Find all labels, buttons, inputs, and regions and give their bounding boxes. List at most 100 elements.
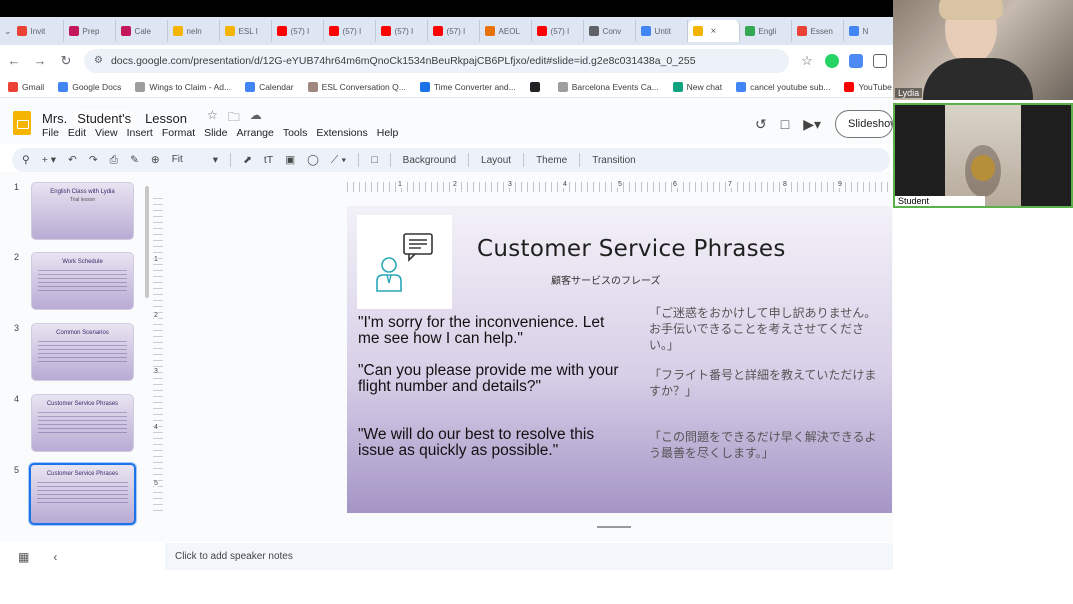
text-box-icon[interactable]: tT bbox=[264, 154, 273, 166]
browser-tab[interactable]: × bbox=[687, 20, 740, 42]
slide-thumbnail[interactable]: Work Schedule bbox=[31, 252, 134, 310]
bookmark-item[interactable]: Google Docs bbox=[58, 81, 121, 92]
search-menus-icon[interactable]: ⚲ bbox=[22, 154, 30, 166]
bookmark-item[interactable] bbox=[529, 81, 544, 92]
bookmark-item[interactable]: New chat bbox=[672, 81, 722, 92]
video-tile-student[interactable]: Student bbox=[893, 103, 1073, 208]
browser-tab[interactable]: Cale bbox=[116, 20, 168, 42]
browser-tab[interactable]: (57) I bbox=[376, 20, 428, 42]
browser-tab[interactable]: Conv bbox=[584, 20, 636, 42]
grid-view-icon[interactable]: ▦ bbox=[18, 550, 29, 564]
browser-tab[interactable]: AEOL bbox=[480, 20, 532, 42]
cloud-status-icon[interactable]: ☁ bbox=[250, 108, 262, 129]
menu-item[interactable]: Tools bbox=[283, 127, 308, 139]
phrase-japanese[interactable]: 「この問題をできるだけ早く解決できるよう最善を尽くします。」 bbox=[649, 429, 884, 461]
insert-comment-icon[interactable]: □ bbox=[371, 154, 377, 166]
slide-thumbnail[interactable]: English Class with Lydia Trial lesson bbox=[31, 182, 134, 240]
browser-tab[interactable]: ESL I bbox=[220, 20, 272, 42]
collapse-filmstrip-icon[interactable]: ‹ bbox=[53, 550, 57, 564]
browser-tab[interactable]: (57) I bbox=[324, 20, 376, 42]
layout-button[interactable]: Layout bbox=[481, 155, 511, 166]
slide-thumbnail[interactable]: Common Scenarios bbox=[31, 323, 134, 381]
document-title[interactable]: Mrs. Student's Lesson ☆ 🗀 ☁ bbox=[42, 108, 262, 129]
undo-icon[interactable]: ↶ bbox=[68, 154, 77, 166]
comments-icon[interactable]: □ bbox=[781, 116, 789, 132]
version-history-icon[interactable]: ↺ bbox=[755, 116, 767, 133]
menu-item[interactable]: View bbox=[95, 127, 118, 139]
meet-camera-icon[interactable]: ▶▾ bbox=[803, 116, 821, 133]
site-info-icon[interactable]: ⚙ bbox=[94, 55, 103, 66]
phrase-english[interactable]: "I'm sorry for the inconvenience. Let me… bbox=[358, 315, 604, 347]
close-tab-icon[interactable]: × bbox=[711, 26, 717, 37]
browser-tab[interactable]: Invit bbox=[12, 20, 64, 42]
slide-subtitle[interactable]: 顧客サービスのフレーズ bbox=[551, 272, 661, 287]
menu-item[interactable]: Insert bbox=[127, 127, 153, 139]
bookmark-item[interactable]: Wings to Claim - Ad... bbox=[135, 81, 231, 92]
browser-tab[interactable]: Engli bbox=[740, 20, 792, 42]
filmstrip-scrollbar[interactable] bbox=[145, 186, 149, 298]
forward-icon[interactable]: → bbox=[32, 53, 48, 68]
move-folder-icon[interactable]: 🗀 bbox=[228, 108, 240, 129]
browser-tab[interactable]: Essen bbox=[792, 20, 844, 42]
menu-item[interactable]: File bbox=[42, 127, 59, 139]
extension-icon[interactable] bbox=[825, 53, 839, 68]
current-slide[interactable]: Customer Service Phrases 顧客サービスのフレーズ "I'… bbox=[347, 206, 892, 513]
print-icon[interactable]: ⎙ bbox=[110, 154, 118, 167]
paint-format-icon[interactable]: ✎ bbox=[130, 154, 139, 166]
zoom-select[interactable]: Fit ▾ bbox=[172, 154, 218, 166]
browser-tab[interactable]: neln bbox=[168, 20, 220, 42]
phrase-japanese[interactable]: 「フライト番号と詳細を教えていただけますか？」 bbox=[649, 367, 884, 399]
line-icon[interactable]: ⟋ ▾ bbox=[331, 154, 346, 167]
menu-item[interactable]: Help bbox=[377, 127, 399, 139]
menu-item[interactable]: Slide bbox=[204, 127, 227, 139]
bookmark-item[interactable]: Barcelona Events Ca... bbox=[557, 81, 659, 92]
back-icon[interactable]: ← bbox=[6, 53, 22, 68]
bookmark-item[interactable]: Gmail bbox=[8, 81, 44, 92]
menu-item[interactable]: Format bbox=[162, 127, 195, 139]
video-tile-teacher[interactable]: Lydia bbox=[893, 0, 1073, 100]
bookmark-item[interactable]: Calendar bbox=[245, 81, 294, 92]
url-field[interactable]: ⚙ docs.google.com/presentation/d/12G-eYU… bbox=[84, 48, 789, 73]
reload-icon[interactable]: ↻ bbox=[58, 53, 74, 69]
bookmark-label: YouTube bbox=[858, 81, 892, 92]
background-button[interactable]: Background bbox=[403, 155, 456, 166]
slideshow-button[interactable]: Slideshow bbox=[835, 110, 893, 138]
browser-tab[interactable]: (57) I bbox=[532, 20, 584, 42]
google-slides-logo[interactable] bbox=[13, 111, 31, 135]
theme-button[interactable]: Theme bbox=[536, 155, 567, 166]
bookmark-item[interactable]: Time Converter and... bbox=[419, 81, 516, 92]
bookmark-star-icon[interactable]: ☆ bbox=[799, 53, 815, 69]
bookmark-item[interactable]: YouTube bbox=[844, 81, 892, 92]
extension-icon[interactable] bbox=[849, 53, 863, 68]
shape-icon[interactable]: ◯ bbox=[307, 154, 319, 166]
browser-tab[interactable]: (57) I bbox=[428, 20, 480, 42]
browser-tab[interactable]: (57) I bbox=[272, 20, 324, 42]
select-cursor-icon[interactable]: ⬈ bbox=[243, 154, 252, 166]
browser-tab[interactable]: Prep bbox=[64, 20, 116, 42]
menu-item[interactable]: Extensions bbox=[316, 127, 367, 139]
transition-button[interactable]: Transition bbox=[592, 155, 636, 166]
tab-search-chevron-icon[interactable]: ⌄ bbox=[4, 26, 12, 37]
new-slide-icon[interactable]: + ▾ bbox=[42, 154, 56, 166]
menu-item[interactable]: Edit bbox=[68, 127, 86, 139]
phrase-english[interactable]: "Can you please provide me with your fli… bbox=[358, 363, 619, 395]
ruler-label: 1 bbox=[154, 256, 158, 263]
star-icon[interactable]: ☆ bbox=[207, 108, 218, 129]
slide-thumbnail[interactable]: Customer Service Phrases bbox=[31, 394, 134, 452]
phrase-english[interactable]: "We will do our best to resolve this iss… bbox=[358, 427, 594, 459]
extensions-puzzle-icon[interactable] bbox=[873, 53, 887, 68]
zoom-icon[interactable]: ⊕ bbox=[151, 154, 160, 166]
menu-item[interactable]: Arrange bbox=[236, 127, 273, 139]
slide-title[interactable]: Customer Service Phrases bbox=[477, 236, 786, 262]
insert-image-icon[interactable]: ▣ bbox=[285, 154, 295, 166]
phrase-japanese[interactable]: 「ご迷惑をおかけして申し訳ありません。お手伝いできることを考えさせてください。」 bbox=[649, 305, 884, 353]
browser-tab[interactable]: N bbox=[844, 20, 896, 42]
slide-thumbnail[interactable]: Customer Service Phrases bbox=[29, 463, 136, 525]
customer-service-image[interactable] bbox=[357, 215, 452, 309]
bookmark-item[interactable]: ESL Conversation Q... bbox=[307, 81, 406, 92]
browser-tab[interactable]: Untit bbox=[636, 20, 688, 42]
notes-resize-handle[interactable] bbox=[597, 526, 631, 528]
bookmark-item[interactable]: cancel youtube sub... bbox=[736, 81, 830, 92]
tab-favicon-icon bbox=[848, 26, 859, 36]
redo-icon[interactable]: ↷ bbox=[89, 154, 98, 166]
